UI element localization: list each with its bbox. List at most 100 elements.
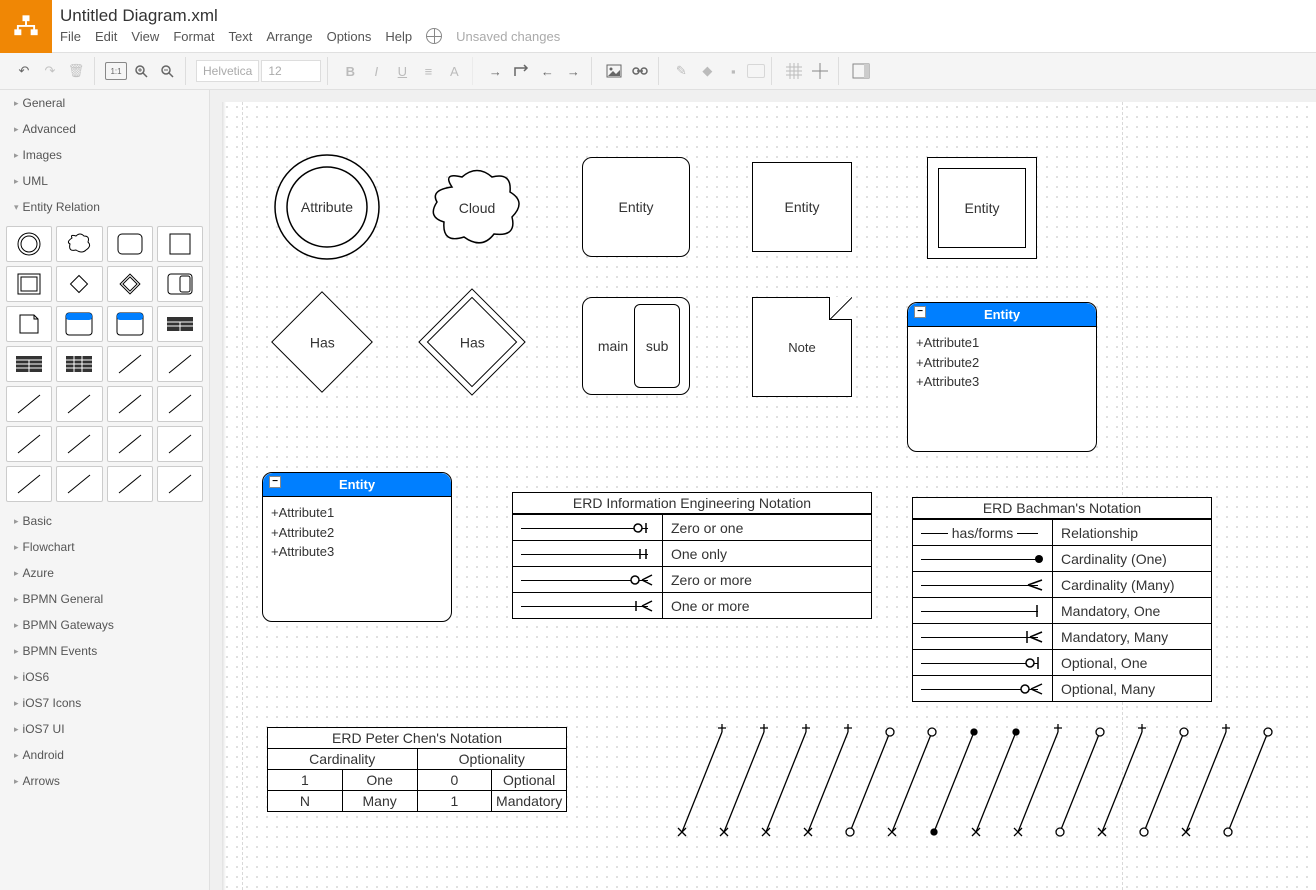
waypoint-icon[interactable] (509, 59, 533, 83)
palette-bpmn-general[interactable]: BPMN General (0, 586, 209, 612)
shape-ie-notation[interactable]: ERD Information Engineering Notation Zer… (512, 492, 872, 619)
zoom-out-icon[interactable] (155, 59, 179, 83)
shape-thumb[interactable] (56, 386, 102, 422)
shape-thumb[interactable] (157, 346, 203, 382)
shape-thumb[interactable] (6, 426, 52, 462)
shape-thumb[interactable] (6, 466, 52, 502)
shape-chen-notation[interactable]: ERD Peter Chen's Notation CardinalityOpt… (267, 727, 567, 812)
save-status: Unsaved changes (456, 29, 560, 44)
menu-text[interactable]: Text (228, 29, 252, 44)
shape-thumb[interactable] (56, 306, 102, 342)
linecolor-icon[interactable]: ✎ (669, 59, 693, 83)
menu-file[interactable]: File (60, 29, 81, 44)
shape-has-diamond[interactable]: Has (272, 292, 372, 392)
palette-general[interactable]: General (0, 90, 209, 116)
shape-thumb[interactable] (6, 386, 52, 422)
shape-hierarchy[interactable]: main sub (582, 297, 690, 395)
shape-thumb[interactable] (56, 226, 102, 262)
menu-edit[interactable]: Edit (95, 29, 117, 44)
palette-basic[interactable]: Basic (0, 508, 209, 534)
edit-style-icon[interactable] (747, 64, 765, 78)
shape-thumb[interactable] (157, 386, 203, 422)
redo-icon[interactable]: ↷ (38, 59, 62, 83)
menu-arrange[interactable]: Arrange (266, 29, 312, 44)
menu-view[interactable]: View (131, 29, 159, 44)
shape-entity-square[interactable]: Entity (752, 162, 852, 252)
fillcolor-icon[interactable]: ◆ (695, 59, 719, 83)
grid-icon[interactable] (782, 59, 806, 83)
shadow-icon[interactable]: ▪ (721, 59, 745, 83)
guides-icon[interactable] (808, 59, 832, 83)
canvas[interactable]: Attribute Cloud Entity Entity Entity Has… (222, 102, 1316, 890)
shape-erd-entity-1[interactable]: Entity +Attribute1 +Attribute2 +Attribut… (907, 302, 1097, 452)
shape-note[interactable]: Note (752, 297, 852, 397)
shape-erd-entity-2[interactable]: Entity +Attribute1 +Attribute2 +Attribut… (262, 472, 452, 622)
zoom-fit-icon[interactable]: 1:1 (105, 62, 127, 80)
menu-options[interactable]: Options (327, 29, 372, 44)
doc-title[interactable]: Untitled Diagram.xml (60, 6, 1308, 26)
italic-icon[interactable]: I (364, 59, 388, 83)
shape-bachman-notation[interactable]: ERD Bachman's Notation has/formsRelation… (912, 497, 1212, 702)
shape-thumb[interactable] (107, 466, 153, 502)
palette-advanced[interactable]: Advanced (0, 116, 209, 142)
shape-has-double-diamond[interactable]: Has (422, 292, 522, 392)
format-panel-icon[interactable] (849, 59, 873, 83)
palette-entity-relation[interactable]: Entity Relation (0, 194, 209, 220)
delete-icon[interactable]: 🗑 (64, 59, 88, 83)
language-icon[interactable] (426, 28, 442, 44)
palette-bpmn-events[interactable]: BPMN Events (0, 638, 209, 664)
palette-flowchart[interactable]: Flowchart (0, 534, 209, 560)
shape-thumb[interactable] (157, 466, 203, 502)
bold-icon[interactable]: B (338, 59, 362, 83)
line-end-icon[interactable]: → (561, 59, 585, 83)
shape-thumb[interactable] (6, 266, 52, 302)
shape-thumb[interactable] (157, 306, 203, 342)
connection-icon[interactable]: → (483, 59, 507, 83)
palette-arrows[interactable]: Arrows (0, 768, 209, 794)
shape-thumb[interactable] (107, 426, 153, 462)
palette-uml[interactable]: UML (0, 168, 209, 194)
menu-format[interactable]: Format (173, 29, 214, 44)
logo[interactable] (0, 0, 52, 53)
shape-entity-rounded[interactable]: Entity (582, 157, 690, 257)
shape-thumb[interactable] (107, 226, 153, 262)
shape-thumb[interactable] (56, 266, 102, 302)
shape-thumb[interactable] (107, 386, 153, 422)
line-start-icon[interactable]: ← (535, 59, 559, 83)
zoom-in-icon[interactable] (129, 59, 153, 83)
palette-ios7-icons[interactable]: iOS7 Icons (0, 690, 209, 716)
shape-entity-frame[interactable]: Entity (927, 157, 1037, 259)
shape-thumb[interactable] (157, 426, 203, 462)
shape-label: Entity (964, 200, 999, 216)
shape-thumb[interactable] (56, 426, 102, 462)
menu-help[interactable]: Help (385, 29, 412, 44)
font-size-input[interactable]: 12 (261, 60, 321, 82)
shape-thumb[interactable] (6, 306, 52, 342)
shape-thumb[interactable] (157, 266, 203, 302)
underline-icon[interactable]: U (390, 59, 414, 83)
shape-thumb[interactable] (107, 266, 153, 302)
palette-azure[interactable]: Azure (0, 560, 209, 586)
shape-thumb[interactable] (107, 306, 153, 342)
palette-ios7-ui[interactable]: iOS7 UI (0, 716, 209, 742)
palette-ios6[interactable]: iOS6 (0, 664, 209, 690)
erd-attr: +Attribute1 (271, 503, 443, 523)
shape-thumb[interactable] (107, 346, 153, 382)
palette-android[interactable]: Android (0, 742, 209, 768)
palette-images[interactable]: Images (0, 142, 209, 168)
connector-samples-lines[interactable] (642, 722, 1316, 842)
font-color-icon[interactable]: A (442, 59, 466, 83)
shape-thumb[interactable] (56, 346, 102, 382)
shape-thumb[interactable] (157, 226, 203, 262)
shape-cloud[interactable]: Cloud (422, 162, 532, 252)
font-name-input[interactable]: Helvetica (196, 60, 259, 82)
align-icon[interactable]: ≡ (416, 59, 440, 83)
shape-attribute[interactable]: Attribute (272, 152, 382, 262)
link-icon[interactable] (628, 59, 652, 83)
shape-thumb[interactable] (6, 226, 52, 262)
undo-icon[interactable]: ↶ (12, 59, 36, 83)
shape-thumb[interactable] (56, 466, 102, 502)
image-icon[interactable] (602, 59, 626, 83)
palette-bpmn-gateways[interactable]: BPMN Gateways (0, 612, 209, 638)
shape-thumb[interactable] (6, 346, 52, 382)
